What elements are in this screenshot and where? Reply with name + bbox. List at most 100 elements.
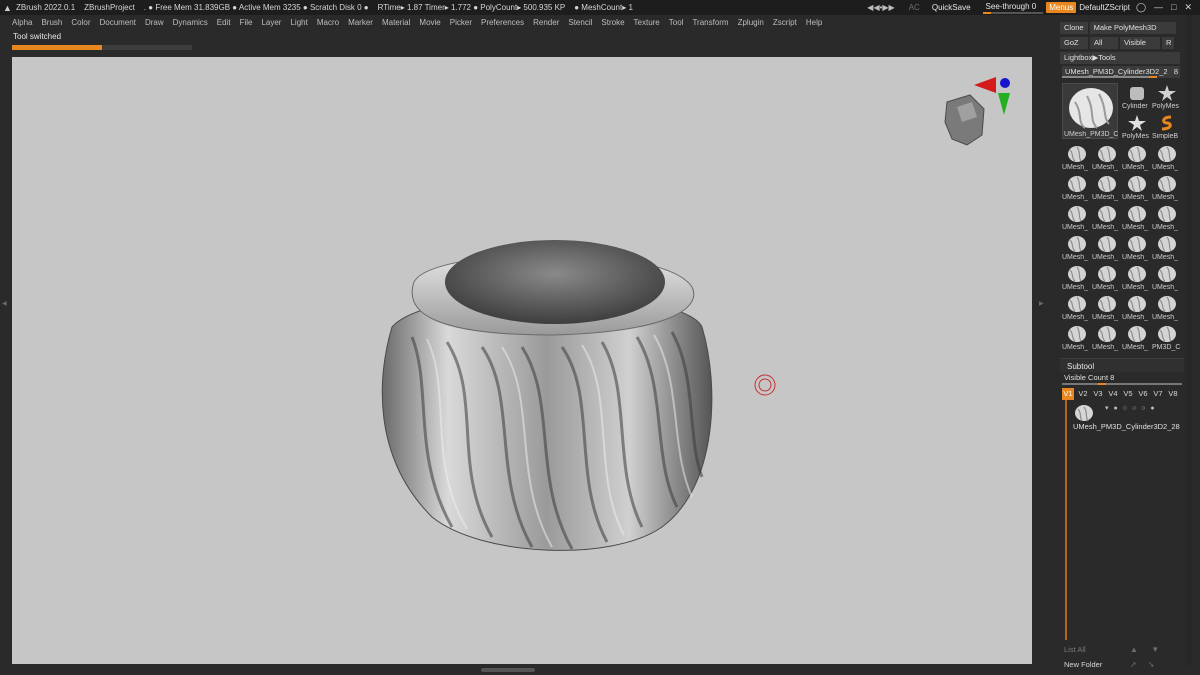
menu-item-help[interactable]: Help bbox=[806, 18, 822, 27]
tool-thumbnail[interactable]: UMesh_ bbox=[1092, 173, 1121, 202]
menu-item-alpha[interactable]: Alpha bbox=[12, 18, 32, 27]
version-v8[interactable]: V8 bbox=[1167, 388, 1179, 400]
maximize-icon[interactable]: □ bbox=[1171, 2, 1176, 13]
active-tool-thumbnail[interactable]: UMesh_PM3D_C bbox=[1062, 83, 1118, 139]
version-v2[interactable]: V2 bbox=[1077, 388, 1089, 400]
lightbox-tools-button[interactable]: Lightbox▶Tools bbox=[1060, 52, 1180, 64]
subtool-item[interactable]: ▾●○○○● UMesh_PM3D_Cylinder3D2_28 bbox=[1070, 403, 1182, 433]
close-icon[interactable]: ✕ bbox=[1184, 2, 1192, 13]
menu-item-picker[interactable]: Picker bbox=[450, 18, 472, 27]
subtool-header[interactable]: Subtool bbox=[1060, 358, 1184, 372]
default-zscript-button[interactable]: DefaultZScript bbox=[1079, 3, 1130, 12]
tool-thumbnail[interactable]: UMesh_ bbox=[1122, 323, 1151, 352]
seethrough-slider[interactable]: See-through 0 bbox=[982, 2, 1043, 14]
tool-thumbnail[interactable]: UMesh_ bbox=[1122, 173, 1151, 202]
tool-thumbnail[interactable]: UMesh_ bbox=[1152, 293, 1181, 322]
tool-thumbnail[interactable]: UMesh_ bbox=[1092, 233, 1121, 262]
menu-item-material[interactable]: Material bbox=[382, 18, 410, 27]
tool-thumbnail[interactable]: UMesh_ bbox=[1062, 203, 1091, 232]
menus-button[interactable]: Menus bbox=[1046, 2, 1077, 13]
cylinder-tool[interactable]: Cylinder bbox=[1122, 83, 1150, 110]
layout-icon[interactable]: ◯ bbox=[1136, 2, 1146, 13]
current-tool-slider[interactable]: UMesh_PM3D_Cylinder3D2_2 8 bbox=[1062, 66, 1180, 78]
clone-button[interactable]: Clone bbox=[1060, 22, 1088, 34]
tool-thumbnail[interactable]: UMesh_ bbox=[1122, 293, 1151, 322]
menu-item-zplugin[interactable]: Zplugin bbox=[738, 18, 764, 27]
quicksave-button[interactable]: QuickSave bbox=[932, 3, 971, 12]
menu-item-zscript[interactable]: Zscript bbox=[773, 18, 797, 27]
tool-thumbnail[interactable]: UMesh_ bbox=[1152, 233, 1181, 262]
tool-thumbnail[interactable]: UMesh_ bbox=[1092, 143, 1121, 172]
move-up-icon[interactable]: ▲ ▼ bbox=[1130, 645, 1159, 654]
version-v5[interactable]: V5 bbox=[1122, 388, 1134, 400]
menu-item-document[interactable]: Document bbox=[100, 18, 136, 27]
subtool-visibility-icons[interactable]: ▾●○○○● bbox=[1105, 404, 1160, 412]
menu-item-edit[interactable]: Edit bbox=[217, 18, 231, 27]
tool-thumbnail[interactable]: UMesh_ bbox=[1062, 143, 1091, 172]
version-v7[interactable]: V7 bbox=[1152, 388, 1164, 400]
list-all-button[interactable]: List All bbox=[1064, 645, 1086, 654]
menu-item-stroke[interactable]: Stroke bbox=[601, 18, 624, 27]
document-canvas[interactable] bbox=[12, 57, 1032, 664]
menu-item-dynamics[interactable]: Dynamics bbox=[173, 18, 208, 27]
version-v3[interactable]: V3 bbox=[1092, 388, 1104, 400]
navigation-head-gizmo[interactable] bbox=[944, 94, 985, 146]
all-button[interactable]: All bbox=[1090, 37, 1118, 49]
tool-thumbnail[interactable]: UMesh_ bbox=[1062, 173, 1091, 202]
polymesh-star-tool-2[interactable]: PolyMes bbox=[1122, 113, 1150, 140]
menu-item-color[interactable]: Color bbox=[71, 18, 90, 27]
right-panel-scrollbar[interactable] bbox=[1186, 15, 1192, 665]
goz-button[interactable]: GoZ bbox=[1060, 37, 1088, 49]
tool-thumbnail[interactable]: UMesh_ bbox=[1092, 203, 1121, 232]
version-v6[interactable]: V6 bbox=[1137, 388, 1149, 400]
menu-item-draw[interactable]: Draw bbox=[145, 18, 164, 27]
menu-item-brush[interactable]: Brush bbox=[41, 18, 62, 27]
visible-button[interactable]: Visible bbox=[1120, 37, 1160, 49]
bottom-shelf-handle[interactable] bbox=[481, 668, 535, 672]
menu-item-render[interactable]: Render bbox=[533, 18, 559, 27]
tool-thumbnail-label: UMesh_ bbox=[1152, 284, 1179, 291]
left-tray-handle[interactable]: ◀ bbox=[2, 300, 7, 380]
menu-item-layer[interactable]: Layer bbox=[261, 18, 281, 27]
ac-button[interactable]: AC bbox=[909, 3, 920, 12]
tool-thumbnail[interactable]: UMesh_ bbox=[1152, 143, 1181, 172]
polymesh-star-tool-1[interactable]: PolyMes bbox=[1152, 83, 1180, 110]
tool-thumbnail[interactable]: UMesh_ bbox=[1092, 263, 1121, 292]
arrow-icons[interactable]: ➚ ➘ bbox=[1130, 660, 1155, 669]
tool-thumbnail[interactable]: UMesh_ bbox=[1122, 263, 1151, 292]
menu-item-file[interactable]: File bbox=[240, 18, 253, 27]
menu-item-movie[interactable]: Movie bbox=[419, 18, 440, 27]
tool-thumbnail[interactable]: UMesh_ bbox=[1062, 323, 1091, 352]
menu-item-texture[interactable]: Texture bbox=[634, 18, 660, 27]
tool-thumbnail[interactable]: UMesh_ bbox=[1092, 293, 1121, 322]
tool-thumbnail[interactable]: UMesh_ bbox=[1122, 143, 1151, 172]
tool-thumbnail[interactable]: UMesh_ bbox=[1152, 203, 1181, 232]
tool-thumbnail[interactable]: UMesh_ bbox=[1062, 293, 1091, 322]
menu-item-stencil[interactable]: Stencil bbox=[568, 18, 592, 27]
right-tray-handle[interactable]: ▶ bbox=[1039, 300, 1044, 380]
tool-thumbnail[interactable]: UMesh_ bbox=[1092, 323, 1121, 352]
tool-thumbnail[interactable]: UMesh_ bbox=[1122, 233, 1151, 262]
version-v1[interactable]: V1 bbox=[1062, 388, 1074, 400]
tool-thumbnail[interactable]: UMesh_ bbox=[1122, 203, 1151, 232]
menu-item-transform[interactable]: Transform bbox=[692, 18, 728, 27]
tool-thumbnail[interactable]: UMesh_ bbox=[1152, 263, 1181, 292]
version-v4[interactable]: V4 bbox=[1107, 388, 1119, 400]
menu-item-macro[interactable]: Macro bbox=[317, 18, 339, 27]
menu-item-tool[interactable]: Tool bbox=[669, 18, 684, 27]
minimize-icon[interactable]: — bbox=[1154, 2, 1163, 13]
tool-thumbnail[interactable]: UMesh_ bbox=[1062, 263, 1091, 292]
tool-thumbnail[interactable]: UMesh_ bbox=[1152, 173, 1181, 202]
visible-count-slider[interactable] bbox=[1062, 383, 1182, 385]
r-button[interactable]: R bbox=[1162, 37, 1174, 49]
arrows-icon[interactable]: ◀◀•▶▶ bbox=[867, 3, 894, 12]
menu-item-light[interactable]: Light bbox=[290, 18, 307, 27]
menu-item-marker[interactable]: Marker bbox=[348, 18, 373, 27]
menu-bar: Alpha Brush Color Document Draw Dynamics Edit F… bbox=[0, 15, 1060, 30]
new-folder-button[interactable]: New Folder bbox=[1064, 660, 1102, 669]
tool-thumbnail[interactable]: UMesh_ bbox=[1062, 233, 1091, 262]
simplebrush-tool[interactable]: SimpleB bbox=[1152, 113, 1180, 140]
make-polymesh-button[interactable]: Make PolyMesh3D bbox=[1089, 22, 1176, 34]
menu-item-preferences[interactable]: Preferences bbox=[481, 18, 524, 27]
tool-thumbnail[interactable]: PM3D_C bbox=[1152, 323, 1181, 352]
